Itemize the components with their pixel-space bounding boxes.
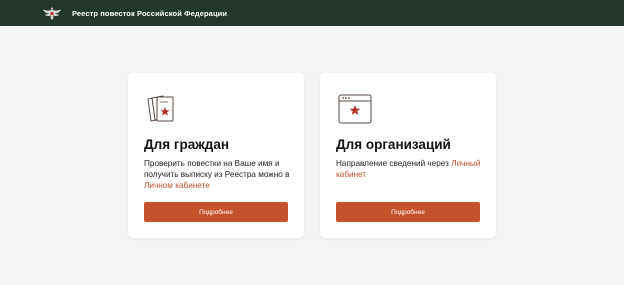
- organizations-card: Для организаций Направление сведений чер…: [320, 73, 496, 238]
- top-header-bar: Реестр повесток Российской Федерации: [0, 0, 624, 26]
- organization-window-star-icon: [336, 93, 374, 125]
- citizen-documents-star-icon: [144, 93, 182, 125]
- organizations-card-title: Для организаций: [336, 137, 451, 152]
- citizens-card-text: Проверить повестки на Ваше имя и получит…: [144, 159, 290, 179]
- personal-account-link[interactable]: Личном кабинете: [144, 181, 210, 190]
- organizations-more-button[interactable]: Подробнее: [336, 202, 480, 222]
- citizens-card-description: Проверить повестки на Ваше имя и получит…: [144, 158, 294, 191]
- citizens-more-button[interactable]: Подробнее: [144, 202, 288, 222]
- organizations-card-description: Направление сведений через Личный кабине…: [336, 158, 486, 180]
- citizens-card: Для граждан Проверить повестки на Ваше и…: [128, 73, 304, 238]
- citizens-card-title: Для граждан: [144, 137, 230, 152]
- organizations-card-text: Направление сведений через: [336, 159, 452, 168]
- eagle-emblem-icon[interactable]: [40, 4, 64, 22]
- site-title[interactable]: Реестр повесток Российской Федерации: [72, 9, 227, 18]
